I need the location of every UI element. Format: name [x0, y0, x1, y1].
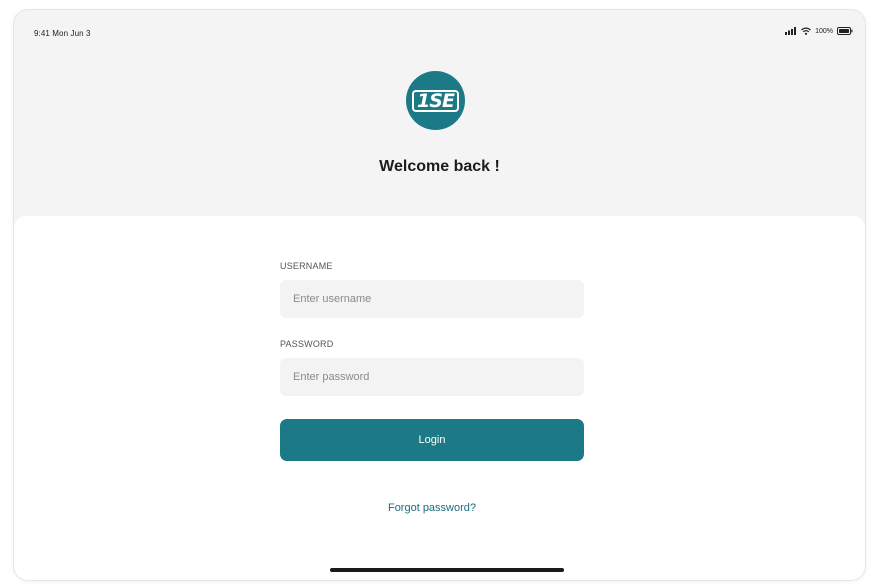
username-input[interactable] — [280, 280, 584, 318]
logo-text: 1SE — [412, 89, 459, 112]
status-bar: 9:41 Mon Jun 3 100% — [14, 10, 865, 40]
welcome-heading: Welcome back ! — [379, 158, 500, 175]
status-indicators: 100% — [785, 27, 853, 35]
battery-icon — [837, 27, 853, 35]
password-input[interactable] — [280, 358, 584, 396]
home-indicator[interactable] — [330, 568, 564, 572]
password-label: PASSWORD — [280, 339, 334, 349]
device-frame: 9:41 Mon Jun 3 100% 1SE Welcome back ! U… — [14, 10, 865, 580]
status-time: 9:41 Mon Jun 3 — [34, 29, 91, 38]
forgot-password-link[interactable]: Forgot password? — [280, 502, 584, 514]
login-card: USERNAME PASSWORD Login Forgot password? — [14, 216, 865, 580]
app-logo: 1SE — [406, 71, 465, 130]
signal-icon — [785, 27, 797, 35]
username-label: USERNAME — [280, 261, 333, 271]
header-area: 9:41 Mon Jun 3 100% 1SE Welcome back ! — [14, 10, 865, 216]
battery-percent: 100% — [815, 27, 833, 35]
login-button[interactable]: Login — [280, 419, 584, 461]
wifi-icon — [801, 27, 811, 35]
